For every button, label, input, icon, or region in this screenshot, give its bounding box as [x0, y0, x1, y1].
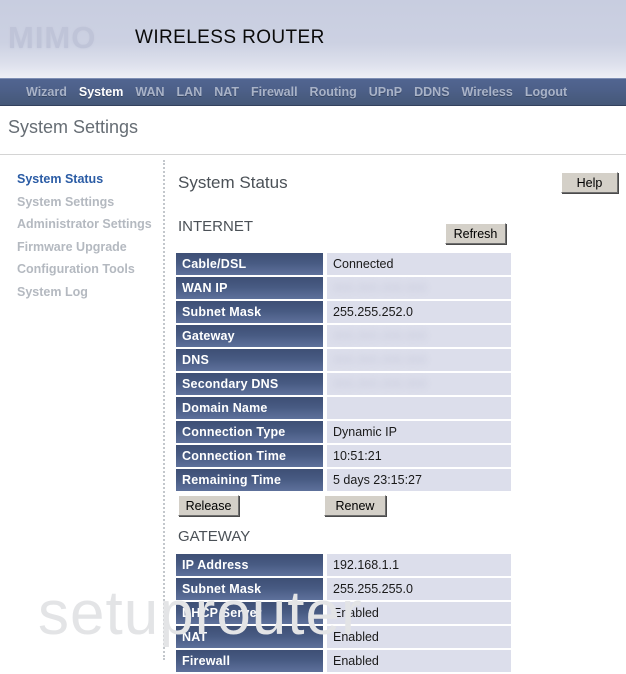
table-row: Secondary DNS 000.000.000.000	[176, 373, 511, 395]
row-label: Remaining Time	[176, 469, 323, 491]
row-value: 255.255.252.0	[323, 301, 511, 323]
row-label: Gateway	[176, 325, 323, 347]
row-value: 5 days 23:15:27	[323, 469, 511, 491]
redacted-value: 000.000.000.000	[333, 377, 427, 391]
row-label: IP Address	[176, 554, 323, 576]
row-label: NAT	[176, 626, 323, 648]
table-row: DHCP Server Enabled	[176, 602, 511, 624]
row-label: DHCP Server	[176, 602, 323, 624]
table-row: Remaining Time 5 days 23:15:27	[176, 469, 511, 491]
redacted-value: 000.000.000.000	[333, 281, 427, 295]
table-row: Gateway 000.000.000.000	[176, 325, 511, 347]
gateway-status-table: IP Address 192.168.1.1 Subnet Mask 255.255.…	[176, 552, 511, 674]
table-row: Subnet Mask 255.255.255.0	[176, 578, 511, 600]
row-label: DNS	[176, 349, 323, 371]
row-value: 000.000.000.000	[323, 325, 511, 347]
row-label: Connection Time	[176, 445, 323, 467]
table-row: IP Address 192.168.1.1	[176, 554, 511, 576]
table-row: Connection Time 10:51:21	[176, 445, 511, 467]
refresh-button[interactable]: Refresh	[445, 223, 506, 244]
row-label: Subnet Mask	[176, 301, 323, 323]
row-value: 10:51:21	[323, 445, 511, 467]
row-value: Enabled	[323, 626, 511, 648]
row-label: Domain Name	[176, 397, 323, 419]
row-label: Firewall	[176, 650, 323, 672]
redacted-value: 000.000.000.000	[333, 353, 427, 367]
row-label: Subnet Mask	[176, 578, 323, 600]
row-value	[323, 397, 511, 419]
row-label: WAN IP	[176, 277, 323, 299]
table-row: Firewall Enabled	[176, 650, 511, 672]
row-value: 255.255.255.0	[323, 578, 511, 600]
release-button[interactable]: Release	[178, 495, 239, 516]
main-content: Help System Status INTERNET Refresh Cabl…	[0, 0, 626, 672]
row-value: Dynamic IP	[323, 421, 511, 443]
table-row: Connection Type Dynamic IP	[176, 421, 511, 443]
row-value: Enabled	[323, 602, 511, 624]
internet-status-table: Cable/DSL Connected WAN IP 000.000.000.000 S…	[176, 251, 511, 493]
table-row: Cable/DSL Connected	[176, 253, 511, 275]
row-value: Enabled	[323, 650, 511, 672]
table-row: NAT Enabled	[176, 626, 511, 648]
table-row: Subnet Mask 255.255.252.0	[176, 301, 511, 323]
row-label: Secondary DNS	[176, 373, 323, 395]
row-value: 000.000.000.000	[323, 277, 511, 299]
content-heading: System Status	[178, 173, 288, 192]
gateway-section-heading: GATEWAY	[178, 528, 251, 545]
row-value: 000.000.000.000	[323, 349, 511, 371]
internet-section-heading: INTERNET	[178, 218, 253, 235]
help-button[interactable]: Help	[561, 172, 618, 193]
row-label: Connection Type	[176, 421, 323, 443]
table-row: WAN IP 000.000.000.000	[176, 277, 511, 299]
row-value: 000.000.000.000	[323, 373, 511, 395]
renew-button[interactable]: Renew	[324, 495, 386, 516]
row-value: Connected	[323, 253, 511, 275]
redacted-value: 000.000.000.000	[333, 329, 427, 343]
table-row: Domain Name	[176, 397, 511, 419]
row-value: 192.168.1.1	[323, 554, 511, 576]
row-label: Cable/DSL	[176, 253, 323, 275]
table-row: DNS 000.000.000.000	[176, 349, 511, 371]
